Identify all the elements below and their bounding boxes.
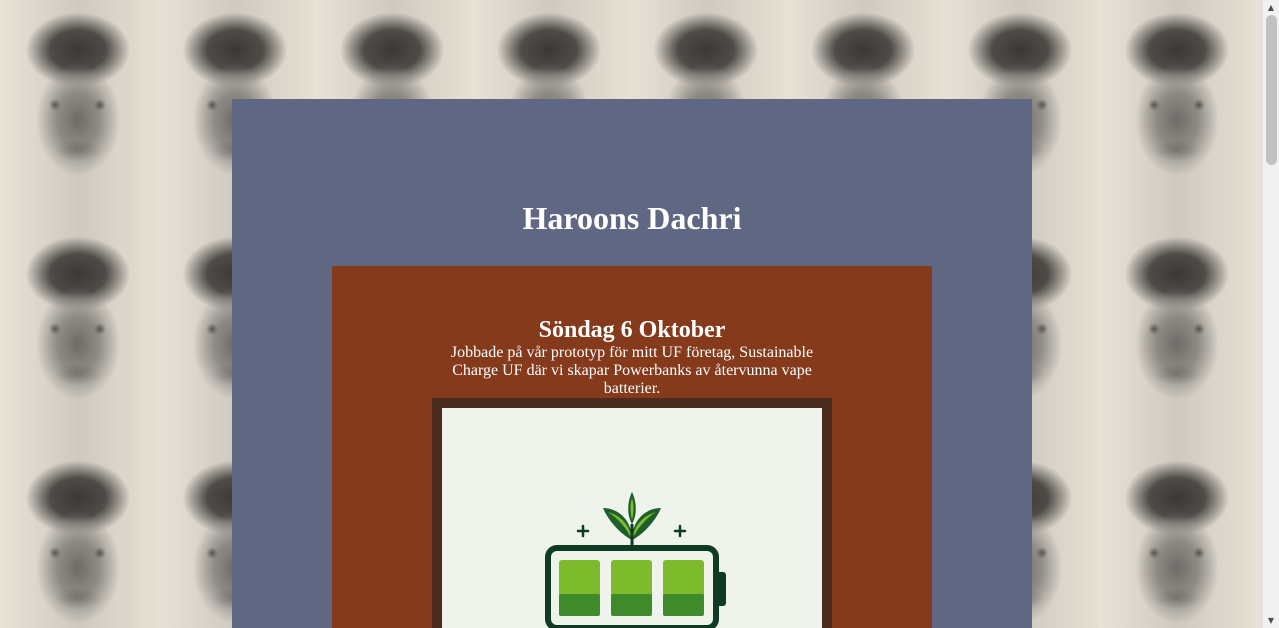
- post-text: Jobbade på vår prototyp för mitt UF före…: [450, 344, 814, 397]
- leaf-icon: [603, 492, 661, 548]
- battery-leaf-logo-icon: [545, 492, 726, 628]
- scroll-down-arrow-icon[interactable]: ▼: [1263, 613, 1279, 628]
- blog-post: Söndag 6 Oktober Jobbade på vår prototyp…: [332, 266, 932, 628]
- scroll-thumb[interactable]: [1266, 15, 1277, 165]
- battery-icon: [545, 545, 726, 628]
- page-title: Haroons Dachri: [522, 200, 742, 236]
- post-image-frame: [432, 398, 832, 628]
- vertical-scrollbar[interactable]: ▲ ▼: [1262, 0, 1279, 628]
- post-image: [442, 408, 822, 628]
- post-date: Söndag 6 Oktober: [538, 317, 726, 343]
- plus-icon-left: [576, 524, 590, 538]
- main-container: Haroons Dachri Söndag 6 Oktober Jobbade …: [232, 99, 1032, 628]
- scroll-up-arrow-icon[interactable]: ▲: [1263, 0, 1279, 15]
- plus-icon-right: [673, 524, 687, 538]
